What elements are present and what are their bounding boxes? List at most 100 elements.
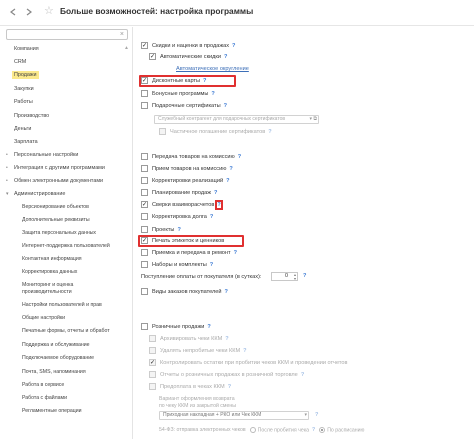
sidebar-subitem[interactable]: Версионирование объектов (22, 204, 89, 211)
checkbox-commission-accept[interactable] (141, 165, 148, 172)
checkbox-bonus-programs[interactable] (141, 90, 148, 97)
checkbox-commission-sale[interactable] (141, 153, 148, 160)
sidebar-item-company[interactable]: Компания (14, 46, 39, 52)
setting-discount-cards[interactable]: ✓ Дисконтные карты ? (141, 77, 206, 84)
setting-debt-adjust[interactable]: Корректировка долга ? (141, 213, 213, 220)
checkbox-debt-adjust[interactable] (141, 213, 148, 220)
setting-auto-discounts[interactable]: ✓ Автоматические скидки ? (149, 53, 227, 60)
setting-projects[interactable]: Проекты ? (141, 226, 181, 233)
checkbox-repair[interactable] (141, 249, 148, 256)
help-icon[interactable]: ? (312, 427, 315, 433)
sidebar-subitem[interactable]: Контактная информация (22, 256, 82, 263)
checkbox-reconciliation[interactable]: ✓ (141, 201, 148, 208)
setting-gift-certificates[interactable]: Подарочные сертификаты ? (141, 102, 227, 109)
help-icon[interactable]: ? (215, 199, 224, 210)
radio-icon[interactable] (249, 427, 256, 433)
setting-retail-archive[interactable]: Архивировать чеки ККМ ? (149, 335, 229, 342)
setting-retail-reports[interactable]: Отчеты о розничных продажах в розничной … (149, 371, 304, 378)
checkbox-auto-discounts[interactable]: ✓ (149, 53, 156, 60)
help-icon[interactable]: ? (234, 250, 237, 256)
sidebar-subitem[interactable]: Дополнительные реквизиты (22, 217, 90, 224)
help-icon[interactable]: ? (224, 103, 227, 109)
checkbox-retail-archive[interactable] (149, 335, 156, 342)
help-icon[interactable]: ? (301, 372, 304, 378)
scroll-up-icon[interactable]: ▲ (124, 45, 130, 51)
setting-discounts[interactable]: ✓ Скидки и наценки в продажах ? (141, 42, 235, 49)
sidebar-group-admin[interactable]: ▾ Администрирование (6, 191, 65, 197)
checkbox-discounts[interactable]: ✓ (141, 42, 148, 49)
help-icon[interactable]: ? (207, 324, 210, 330)
stepper-icon[interactable]: ▴ ▾ (294, 273, 296, 281)
sidebar-subitem[interactable]: производительности (22, 289, 72, 296)
help-icon[interactable]: ? (225, 289, 228, 295)
checkbox-kits[interactable] (141, 261, 148, 268)
sidebar-subitem[interactable]: Печатные формы, отчеты и обработ (22, 328, 110, 335)
help-icon[interactable]: ? (243, 348, 246, 354)
help-icon[interactable]: ? (203, 78, 206, 84)
sidebar-subitem[interactable]: Мониторинг и оценка (22, 282, 73, 289)
payment-days-input[interactable]: 0 ▴ ▾ (271, 272, 298, 281)
sidebar-subitem[interactable]: Интернет-поддержка пользователей (22, 243, 110, 250)
sidebar-subitem[interactable]: Защита персональных данных (22, 230, 96, 237)
sidebar-group-edi[interactable]: • Обмен электронными документами (6, 178, 103, 184)
sidebar-subitem[interactable]: Настройки пользователей и прав (22, 302, 102, 309)
dropdown-icon[interactable]: ▾ (304, 412, 307, 419)
setting-reconciliation[interactable]: ✓ Сверки взаиморасчетов ? (141, 199, 224, 210)
checkbox-retail-delete[interactable] (149, 347, 156, 354)
setting-commission-sale[interactable]: Передача товаров на комиссию ? (141, 153, 241, 160)
help-icon[interactable]: ? (211, 91, 214, 97)
help-icon[interactable]: ? (229, 166, 232, 172)
sidebar-subitem[interactable]: Работа с файлами (22, 395, 67, 402)
setting-retail-prepay[interactable]: Предоплата в чеках ККМ ? (149, 383, 231, 390)
setting-label-printing[interactable]: ✓ Печать этикеток и ценников (141, 237, 224, 244)
sidebar-subitem[interactable]: Подключаемое оборудование (22, 355, 94, 362)
setting-retail-delete[interactable]: Удалять непробитые чеки ККМ ? (149, 347, 247, 354)
checkbox-partial-redemption[interactable] (159, 128, 166, 135)
setting-kits[interactable]: Наборы и комплекты ? (141, 261, 213, 268)
help-icon[interactable]: ? (228, 384, 231, 390)
checkbox-sales-planning[interactable] (141, 189, 148, 196)
help-icon[interactable]: ? (225, 336, 228, 342)
sidebar-subitem[interactable]: Почта, SMS, напоминания (22, 369, 86, 376)
sidebar-item-money[interactable]: Деньги (14, 126, 31, 132)
sidebar-item-sales[interactable]: Продажи (12, 71, 39, 79)
checkbox-retail-control[interactable]: ✓ (149, 359, 156, 366)
help-icon[interactable]: ? (303, 273, 306, 279)
auto-rounding-link[interactable]: Автоматическое округление (176, 66, 249, 72)
setting-sales-planning[interactable]: Планирование продаж ? (141, 189, 217, 196)
return-option-select[interactable]: Приходная накладная + РКО или Чек ККМ ▾ (159, 411, 309, 420)
dropdown-icon[interactable]: ▾ ⧉ (310, 116, 317, 123)
sidebar-subitem[interactable]: Корректировка данных (22, 269, 77, 276)
clear-icon[interactable]: × (120, 30, 124, 39)
help-icon[interactable]: ? (210, 262, 213, 268)
checkbox-projects[interactable] (141, 226, 148, 233)
help-icon[interactable]: ? (268, 129, 271, 135)
sidebar-subitem[interactable]: Общие настройки (22, 315, 65, 322)
sidebar-group-integration[interactable]: • Интеграция с другими программами (6, 165, 105, 171)
help-icon[interactable]: ? (214, 190, 217, 196)
sidebar-subitem[interactable]: Регламентные операции (22, 408, 82, 415)
checkbox-gift-certificates[interactable] (141, 102, 148, 109)
checkbox-retail-prepay[interactable] (149, 383, 156, 390)
help-icon[interactable]: ? (177, 227, 180, 233)
help-icon[interactable]: ? (210, 214, 213, 220)
setting-bonus-programs[interactable]: Бонусные программы ? (141, 90, 215, 97)
fz54-option-schedule[interactable]: По расписанию (319, 427, 364, 433)
sidebar-item-production[interactable]: Производство (14, 113, 49, 119)
help-icon[interactable]: ? (232, 43, 235, 49)
setting-buyer-orders[interactable]: Виды заказов покупателей ? (141, 288, 228, 295)
help-icon[interactable]: ? (315, 412, 318, 418)
checkbox-discount-cards[interactable]: ✓ (141, 77, 148, 84)
checkbox-label-printing[interactable]: ✓ (141, 237, 148, 244)
checkbox-retail-reports[interactable] (149, 371, 156, 378)
sidebar-item-crm[interactable]: CRM (14, 59, 26, 65)
sidebar-item-salary[interactable]: Зарплата (14, 139, 38, 145)
sidebar-item-purchases[interactable]: Закупки (14, 86, 34, 92)
sidebar-search-input[interactable]: × (6, 29, 128, 40)
setting-retail[interactable]: Розничные продажи ? (141, 323, 211, 330)
sidebar-subitem[interactable]: Работа в сервисе (22, 382, 64, 389)
help-icon[interactable]: ? (224, 54, 227, 60)
setting-retail-control[interactable]: ✓ Контролировать остатки при пробитии че… (149, 359, 347, 366)
checkbox-buyer-orders[interactable] (141, 288, 148, 295)
service-counterparty-field[interactable]: Служебный контрагент для подарочных серт… (154, 115, 319, 124)
